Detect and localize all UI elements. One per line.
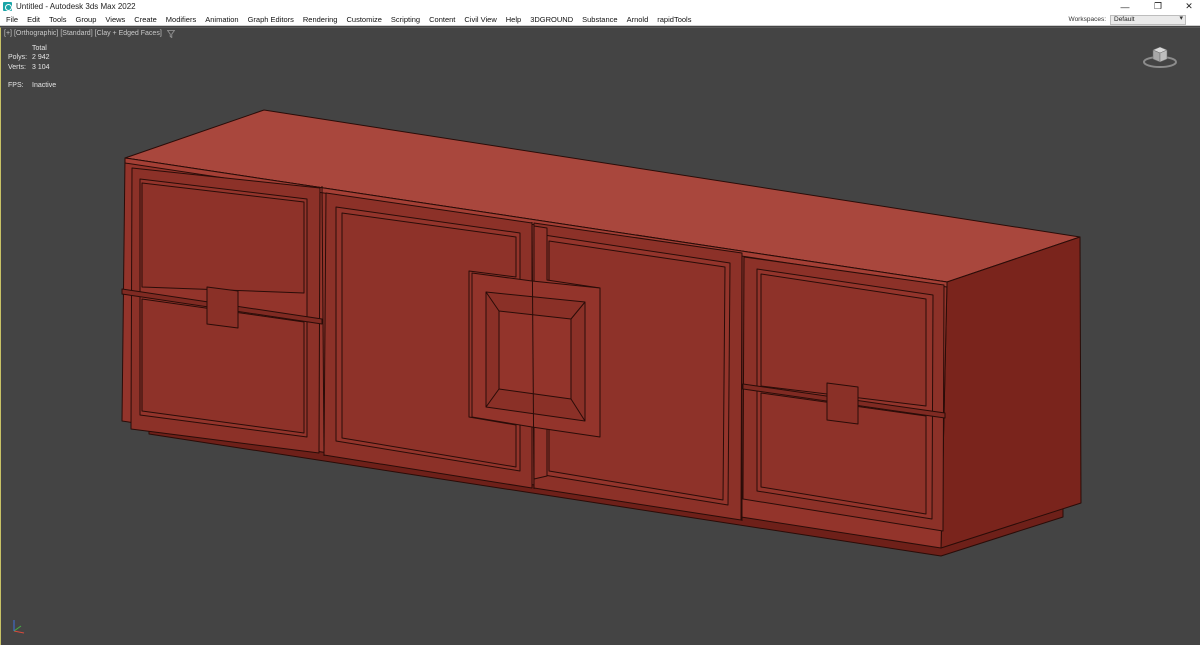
menu-create[interactable]: Create: [130, 13, 162, 26]
menu-graph-editors[interactable]: Graph Editors: [243, 13, 298, 26]
menu-group[interactable]: Group: [71, 13, 101, 26]
menu-modifiers[interactable]: Modifiers: [161, 13, 200, 26]
menu-edit[interactable]: Edit: [23, 13, 45, 26]
minimize-icon: —: [1120, 1, 1130, 12]
menu-substance[interactable]: Substance: [578, 13, 622, 26]
axis-tripod-icon: [13, 620, 25, 634]
menu-rendering[interactable]: Rendering: [298, 13, 342, 26]
menu-bar: File Edit Tools Group Views Create Modif…: [0, 13, 1200, 26]
app-logo-icon: [3, 2, 12, 11]
workspaces-switcher: Workspaces: Default: [1069, 14, 1186, 25]
menu-arnold[interactable]: Arnold: [622, 13, 653, 26]
menu-scripting[interactable]: Scripting: [386, 13, 424, 26]
workspaces-dropdown[interactable]: Default: [1110, 14, 1186, 25]
menu-customize[interactable]: Customize: [342, 13, 386, 26]
title-bar: Untitled - Autodesk 3ds Max 2022 — ❐ ✕: [0, 0, 1200, 13]
menu-3dground[interactable]: 3DGROUND: [526, 13, 578, 26]
menu-help[interactable]: Help: [501, 13, 525, 26]
menu-views[interactable]: Views: [101, 13, 130, 26]
window-title: Untitled - Autodesk 3ds Max 2022: [16, 2, 136, 11]
menu-file[interactable]: File: [0, 13, 23, 26]
menu-tools[interactable]: Tools: [45, 13, 72, 26]
close-button[interactable]: ✕: [1168, 0, 1200, 13]
menu-rapidtools[interactable]: rapidTools: [653, 13, 696, 26]
menu-civil-view[interactable]: Civil View: [460, 13, 501, 26]
close-icon: ✕: [1185, 1, 1193, 11]
menu-animation[interactable]: Animation: [201, 13, 243, 26]
perspective-viewport[interactable]: [+] [Orthographic] [Standard] [Clay + Ed…: [0, 27, 1200, 645]
menu-content[interactable]: Content: [425, 13, 460, 26]
sideboard-model[interactable]: [1, 28, 1200, 645]
restore-icon: ❐: [1153, 1, 1163, 11]
workspaces-label: Workspaces:: [1068, 16, 1106, 23]
